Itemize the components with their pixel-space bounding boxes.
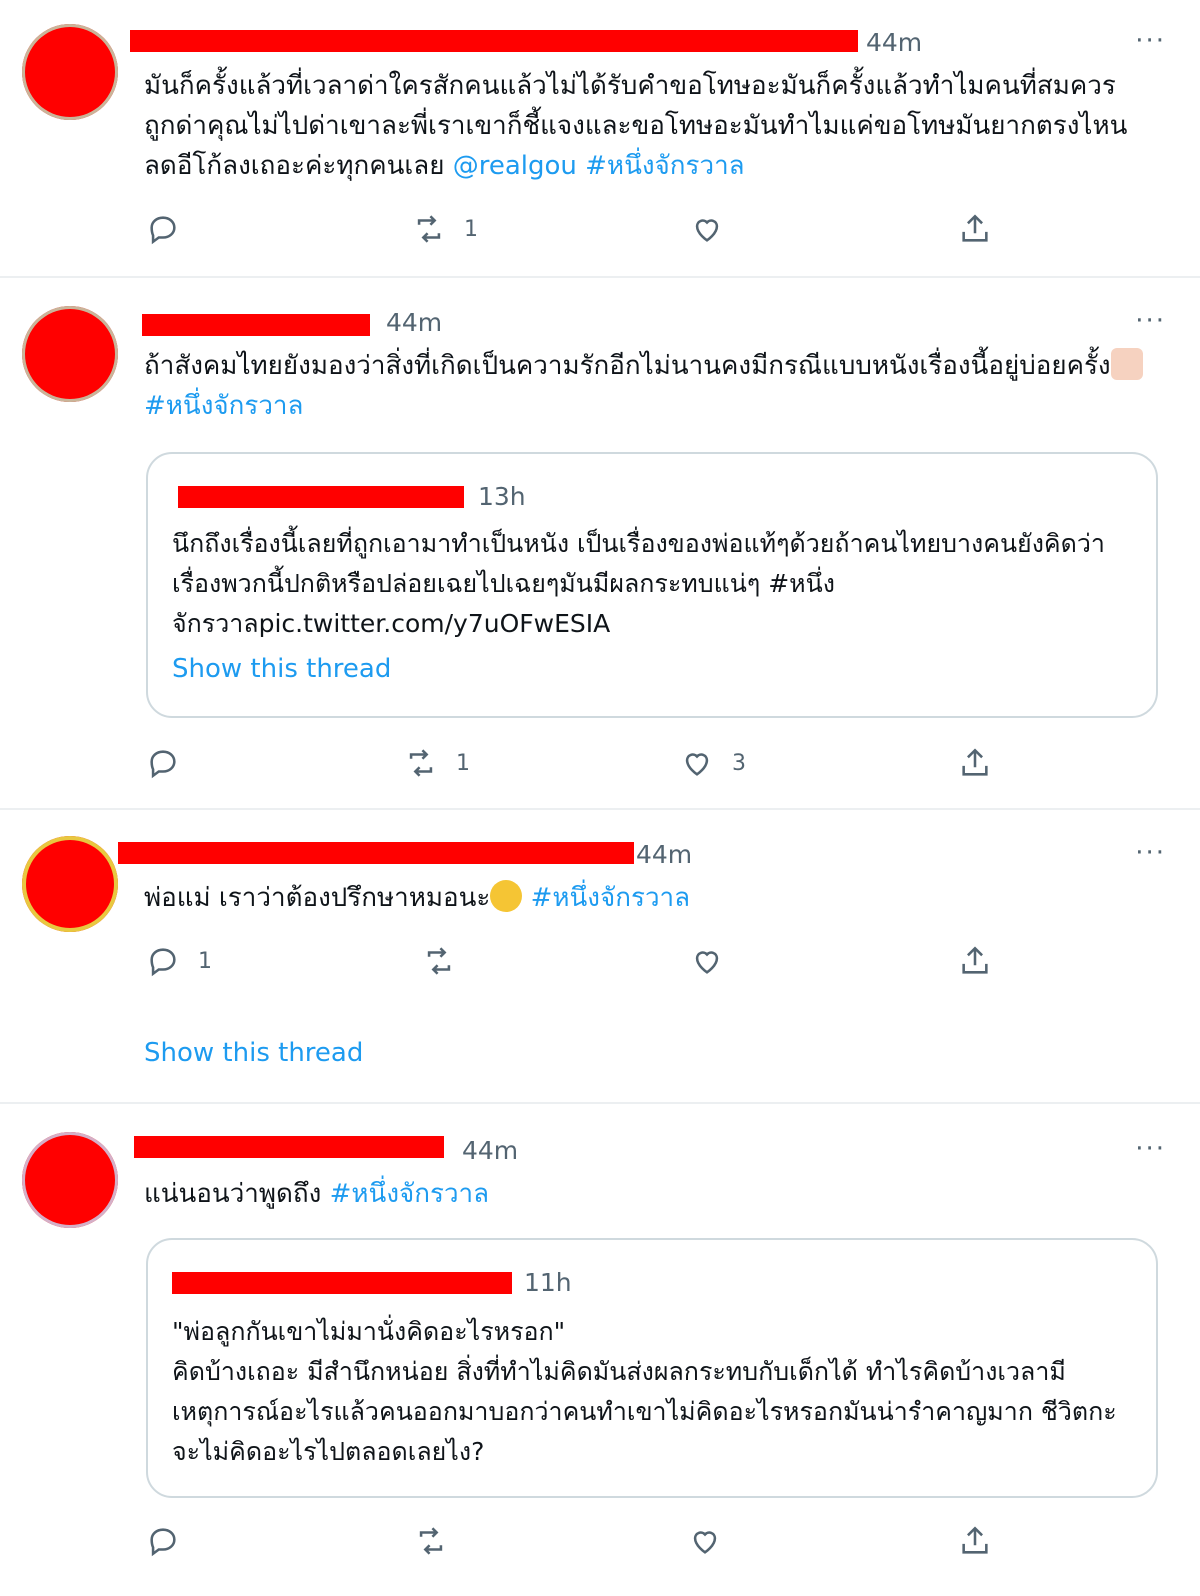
more-icon[interactable]: ···	[1135, 26, 1166, 56]
hashtag-link[interactable]: #หนึ่งจักรวาล	[531, 883, 690, 913]
share-button[interactable]	[958, 746, 992, 780]
more-icon[interactable]: ···	[1135, 838, 1166, 868]
like-button[interactable]	[688, 1524, 740, 1558]
redacted-username	[172, 1272, 512, 1294]
avatar[interactable]	[22, 836, 118, 932]
like-count: 3	[732, 750, 746, 776]
flushed-face-icon	[490, 880, 523, 912]
reply-icon	[150, 750, 176, 779]
tweet-time[interactable]: 44m	[636, 840, 692, 869]
tweet-body: พ่อแม่ เราว่าต้องปรึกษาหมอนะ	[144, 883, 491, 913]
retweet-icon	[417, 215, 441, 243]
like-icon	[695, 951, 719, 974]
show-thread-link[interactable]: Show this thread	[144, 1038, 363, 1068]
tweet-text: มันก็ครั้งแล้วที่เวลาด่าใครสักคนแล้วไม่ไ…	[144, 66, 1144, 186]
quoted-tweet[interactable]: 11h "พ่อลูกกันเขาไม่มานั่งคิดอะไรหรอก" ค…	[146, 1238, 1158, 1498]
mention-link[interactable]: @realgou	[453, 151, 577, 181]
avatar[interactable]	[22, 1132, 118, 1228]
like-icon	[693, 1531, 717, 1554]
like-icon	[695, 219, 719, 242]
like-button[interactable]: 3	[680, 746, 746, 780]
retweet-button[interactable]	[422, 944, 474, 978]
reply-icon	[150, 1528, 176, 1557]
reply-count: 1	[198, 948, 212, 974]
reply-button[interactable]	[146, 212, 198, 246]
share-button[interactable]	[958, 944, 992, 978]
tweet-time[interactable]: 44m	[462, 1136, 518, 1165]
reply-icon	[150, 948, 176, 977]
redacted-username	[178, 486, 464, 508]
tweet-text: ถ้าสังคมไทยยังมองว่าสิ่งที่เกิดเป็นความร…	[144, 346, 1144, 426]
retweet-button[interactable]	[414, 1524, 466, 1558]
retweet-icon	[409, 749, 433, 777]
avatar[interactable]	[22, 306, 118, 402]
hashtag-link[interactable]: #หนึ่งจักรวาล	[585, 151, 744, 181]
share-icon	[962, 1526, 988, 1554]
show-thread-link[interactable]: Show this thread	[172, 654, 391, 684]
share-button[interactable]	[958, 212, 992, 246]
quote-time: 13h	[478, 482, 526, 511]
like-button[interactable]	[690, 212, 742, 246]
tweet-body: ถ้าสังคมไทยยังมองว่าสิ่งที่เกิดเป็นความร…	[144, 351, 1111, 381]
reply-button[interactable]: 1	[146, 944, 212, 978]
tweet-time[interactable]: 44m	[386, 308, 442, 337]
share-icon	[962, 946, 988, 974]
reply-icon	[150, 216, 176, 245]
avatar[interactable]	[22, 24, 118, 120]
redacted-username	[130, 30, 858, 52]
retweet-count: 1	[456, 750, 470, 776]
quote-first-line: "พ่อลูกกันเขาไม่มานั่งคิดอะไรหรอก"	[172, 1317, 566, 1346]
redacted-username	[142, 314, 370, 336]
reply-button[interactable]	[146, 1524, 198, 1558]
reply-button[interactable]	[146, 746, 198, 780]
share-icon	[962, 214, 988, 242]
retweet-icon	[419, 1527, 443, 1555]
redacted-username	[134, 1136, 444, 1158]
retweet-icon	[427, 947, 451, 975]
tweet-text: แน่นอนว่าพูดถึง #หนึ่งจักรวาล	[144, 1174, 1144, 1214]
tweet-3[interactable]: 44m ··· พ่อแม่ เราว่าต้องปรึกษาหมอนะ #หน…	[0, 810, 1200, 1102]
like-button[interactable]	[690, 944, 742, 978]
more-icon[interactable]: ···	[1135, 1134, 1166, 1164]
tweet-4[interactable]: 44m ··· แน่นอนว่าพูดถึง #หนึ่งจักรวาล 11…	[0, 1104, 1200, 1596]
tweet-1[interactable]: 44m ··· มันก็ครั้งแล้วที่เวลาด่าใครสักคน…	[0, 0, 1200, 276]
redacted-username	[118, 842, 634, 864]
thumbs-up-icon	[1110, 348, 1143, 380]
quote-text: นึกถึงเรื่องนี้เลยที่ถูกเอามาทำเป็นหนัง …	[172, 529, 1105, 638]
retweet-button[interactable]: 1	[404, 746, 470, 780]
hashtag-link[interactable]: #หนึ่งจักรวาล	[144, 391, 303, 421]
tweet-body: แน่นอนว่าพูดถึง	[144, 1179, 330, 1209]
tweet-2[interactable]: 44m ··· ถ้าสังคมไทยยังมองว่าสิ่งที่เกิดเ…	[0, 278, 1200, 808]
share-icon	[962, 748, 988, 776]
tweet-time[interactable]: 44m	[866, 28, 922, 57]
retweet-button[interactable]: 1	[412, 212, 478, 246]
quoted-tweet[interactable]: 13h นึกถึงเรื่องนี้เลยที่ถูกเอามาทำเป็นห…	[146, 452, 1158, 718]
quote-time: 11h	[524, 1268, 572, 1297]
like-icon	[685, 753, 709, 776]
more-icon[interactable]: ···	[1135, 306, 1166, 336]
share-button[interactable]	[958, 1524, 992, 1558]
quote-text: คิดบ้างเถอะ มีสำนึกหน่อย สิ่งที่ทำไม่คิด…	[172, 1357, 1117, 1466]
retweet-count: 1	[464, 216, 478, 242]
tweet-text: พ่อแม่ เราว่าต้องปรึกษาหมอนะ #หนึ่งจักรว…	[144, 878, 1144, 918]
hashtag-link[interactable]: #หนึ่งจักรวาล	[330, 1179, 489, 1209]
